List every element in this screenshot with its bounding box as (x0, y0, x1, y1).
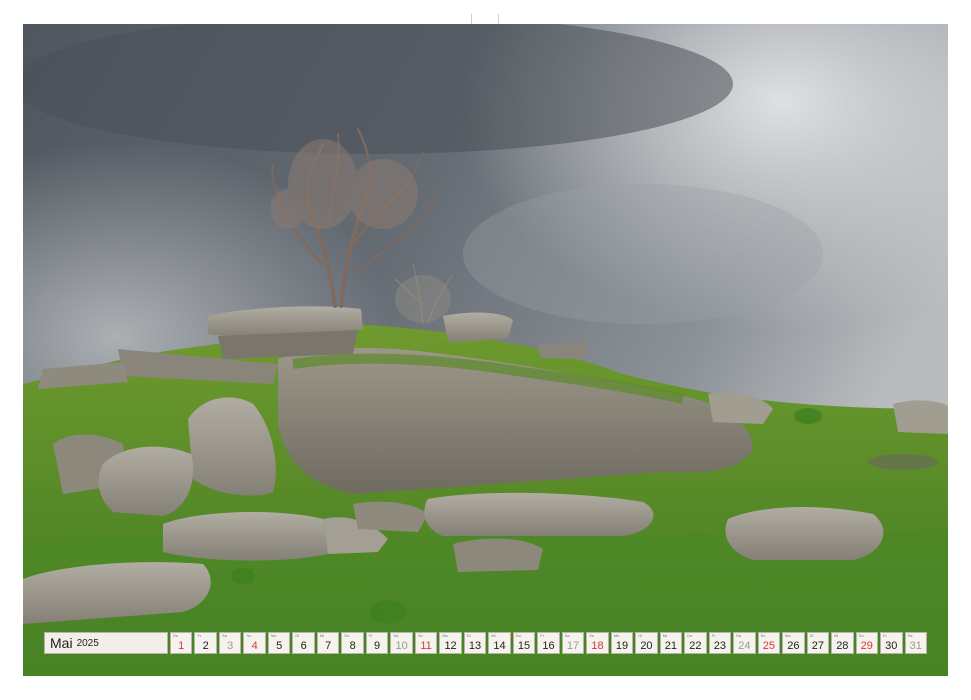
day-cell: Fr 16 (537, 632, 560, 654)
weekday-label: Fr (711, 633, 716, 638)
day-number: 3 (227, 640, 234, 652)
day-number: 30 (885, 640, 898, 652)
day-cell: Sa 31 (904, 632, 928, 654)
day-number: 26 (787, 640, 800, 652)
day-number: 15 (517, 640, 531, 652)
day-cell: Do 8 (341, 632, 364, 654)
day-cell: Mi 7 (316, 632, 340, 654)
weekday-label: Do (173, 633, 179, 638)
day-cell: Di 20 (635, 632, 658, 654)
day-cell: Fr 23 (708, 632, 732, 654)
day-cell: Do 15 (512, 632, 536, 654)
day-number: 5 (276, 640, 283, 652)
weekday-label: Mi (491, 633, 496, 638)
day-number: 13 (468, 640, 482, 652)
day-cell: Di 27 (806, 632, 830, 654)
day-cell: Sa 17 (561, 632, 585, 654)
day-cell: Sa 10 (390, 632, 413, 654)
day-cell: Do 22 (684, 632, 707, 654)
year: 2025 (76, 637, 99, 649)
weekday-label: Sa (221, 633, 227, 638)
day-number: 17 (566, 640, 580, 652)
day-cell: Fr 2 (194, 632, 217, 654)
day-cell: So 25 (757, 632, 781, 654)
day-cell: Mo 12 (439, 632, 462, 654)
weekday-label: Sa (736, 633, 742, 638)
day-number: 4 (251, 640, 258, 652)
weekday-label: Di (638, 633, 642, 638)
landscape-photo (23, 24, 948, 676)
day-cell: Mo 19 (610, 632, 634, 654)
weekday-label: So (760, 633, 766, 638)
weekday-label: Mi (662, 633, 667, 638)
day-number: 29 (860, 640, 873, 652)
weekday-label: So (417, 633, 423, 638)
day-number: 10 (395, 640, 408, 652)
day-cell: Fr 30 (880, 632, 903, 654)
day-number: 27 (811, 640, 824, 652)
weekday-label: Do (515, 633, 521, 638)
month-label-box: Mai 2025 (44, 632, 168, 654)
day-number: 6 (300, 640, 307, 652)
weekday-label: Di (466, 633, 471, 638)
day-cell: Di 6 (292, 632, 315, 654)
day-number: 14 (493, 640, 506, 652)
day-cell: Sa 24 (733, 632, 756, 654)
weekday-label: Mo (785, 633, 791, 638)
day-cell: Fr 9 (365, 632, 389, 654)
day-number: 19 (615, 640, 629, 652)
weekday-label: Fr (368, 633, 373, 638)
weekday-label: Fr (197, 633, 202, 638)
day-number: 25 (762, 640, 775, 652)
day-cell: Sa 3 (218, 632, 242, 654)
day-cell: Mo 5 (267, 632, 291, 654)
day-number: 7 (325, 640, 332, 652)
day-cell: Do 29 (855, 632, 879, 654)
month-name: Mai (50, 635, 73, 651)
weekday-label: Sa (564, 633, 570, 638)
weekday-label: Mo (442, 633, 448, 638)
day-number: 2 (202, 640, 209, 652)
weekday-label: Do (344, 633, 350, 638)
day-number: 22 (689, 640, 702, 652)
weekday-label: Mo (270, 633, 277, 638)
weekday-label: Di (295, 633, 300, 638)
day-number: 21 (664, 640, 678, 652)
day-cell: Do 1 (170, 632, 193, 654)
day-number: 18 (591, 640, 604, 652)
day-number: 31 (909, 640, 922, 652)
day-cell: Mi 21 (659, 632, 683, 654)
weekday-label: So (246, 633, 252, 638)
day-cell: So 11 (414, 632, 438, 654)
day-number: 9 (374, 640, 381, 652)
day-number: 23 (713, 640, 727, 652)
weekday-label: Mi (834, 633, 839, 638)
day-number: 11 (420, 640, 432, 652)
day-number: 24 (738, 640, 751, 652)
day-number: 16 (542, 640, 555, 652)
weekday-label: Fr (883, 633, 887, 638)
weekday-label: Do (858, 633, 864, 638)
day-number: 12 (444, 640, 457, 652)
day-cell: Mo 26 (782, 632, 805, 654)
weekday-label: Do (687, 633, 693, 638)
calendar-strip: Mai 2025 Do 1 Fr 2 Sa 3 So 4 Mo 5 Di 6 Mi 7 Do 8 Fr 9 Sa 10… (44, 632, 928, 654)
weekday-label: Mi (319, 633, 325, 638)
day-cell: Mi 28 (831, 632, 854, 654)
day-cell: So 18 (586, 632, 609, 654)
weekday-label: Sa (393, 633, 399, 638)
weekday-label: So (589, 633, 595, 638)
day-cell: So 4 (243, 632, 266, 654)
day-number: 8 (349, 640, 356, 652)
day-number: 1 (178, 640, 185, 652)
day-cell: Di 13 (463, 632, 487, 654)
day-number: 20 (640, 640, 653, 652)
weekday-label: Di (809, 633, 814, 638)
day-number: 28 (836, 640, 849, 652)
weekday-label: Sa (907, 633, 913, 638)
day-cell: Mi 14 (488, 632, 511, 654)
weekday-label: Mo (613, 633, 620, 638)
weekday-label: Fr (540, 633, 545, 638)
